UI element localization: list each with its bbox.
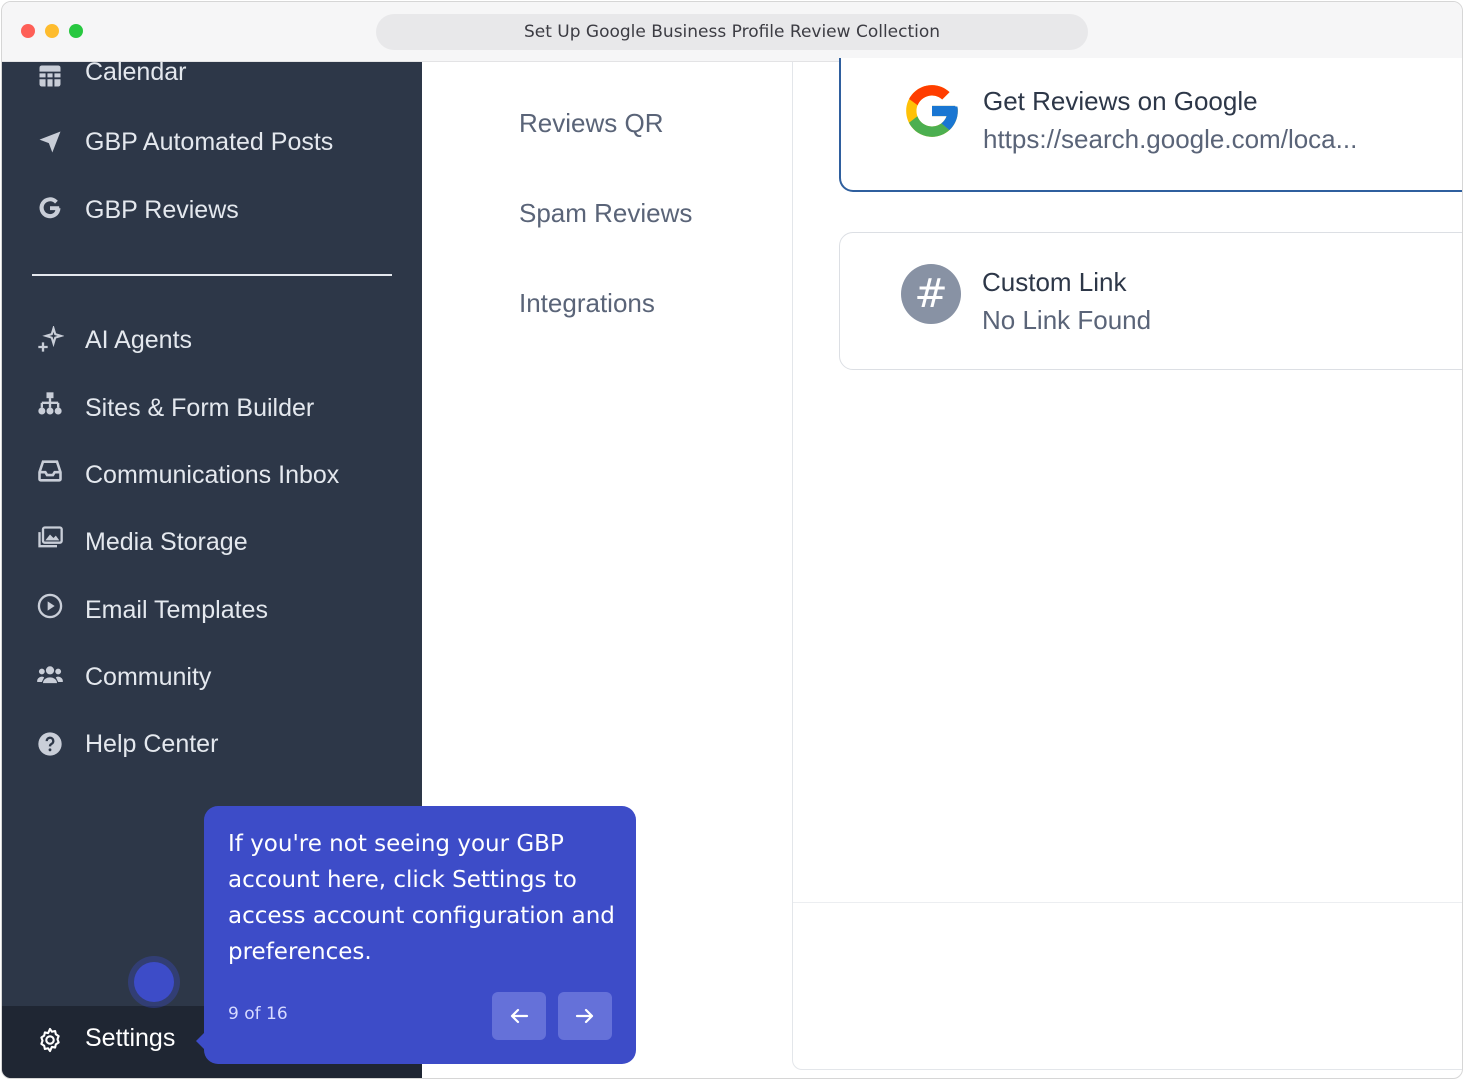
sidebar-item-gbp-reviews[interactable]: GBP Reviews [2, 186, 422, 238]
subnav-item-reviews-qr[interactable]: Reviews QR [519, 108, 663, 139]
tour-hotspot[interactable] [134, 962, 174, 1002]
sidebar-item-label: Communications Inbox [85, 461, 340, 489]
sidebar-item-label: AI Agents [85, 326, 193, 354]
settings-label: Settings [85, 1024, 176, 1052]
play-circle-icon [32, 588, 68, 624]
sidebar-item-label: Help Center [85, 730, 219, 758]
close-window-button[interactable] [21, 24, 35, 38]
calendar-icon [32, 58, 68, 94]
sidebar-item-label: Sites & Form Builder [85, 394, 315, 422]
sidebar-item-communications-inbox[interactable]: Communications Inbox [2, 451, 422, 503]
google-logo-icon [901, 80, 963, 142]
tour-tooltip: If you're not seeing your GBP account he… [196, 806, 636, 1064]
hash-icon: # [900, 263, 962, 325]
custom-card-status: No Link Found [982, 305, 1152, 335]
sidebar-item-label: GBP Reviews [85, 196, 239, 224]
sidebar-item-gbp-automated-posts[interactable]: GBP Automated Posts [2, 118, 422, 170]
sidebar-item-label: GBP Automated Posts [85, 128, 334, 156]
tooltip-next-button[interactable] [558, 992, 612, 1040]
users-icon [32, 657, 68, 693]
sidebar-item-community[interactable]: Community [2, 653, 422, 705]
subnav-item-integrations[interactable]: Integrations [519, 288, 655, 319]
send-arrow-icon [32, 124, 68, 160]
subnav-item-spam-reviews[interactable]: Spam Reviews [519, 198, 692, 229]
google-card-url: https://search.google.com/loca... [983, 124, 1358, 154]
sidebar-item-media-storage[interactable]: Media Storage [2, 518, 422, 570]
minimize-window-button[interactable] [45, 24, 59, 38]
custom-link-card[interactable]: # Custom Link No Link Found [839, 232, 1462, 370]
window-title: Set Up Google Business Profile Review Co… [376, 14, 1088, 50]
sidebar-divider [32, 274, 392, 276]
arrow-left-icon [510, 1008, 529, 1024]
sidebar-item-label: Media Storage [85, 528, 248, 556]
tooltip-previous-button[interactable] [492, 992, 546, 1040]
sidebar-item-calendar[interactable]: Calendar [2, 50, 422, 102]
google-reviews-card[interactable]: Get Reviews on Google https://search.goo… [839, 58, 1462, 192]
tooltip-message: If you're not seeing your GBP account he… [228, 831, 615, 965]
sidebar-item-label: Calendar [85, 58, 187, 86]
sidebar-item-ai-agents[interactable]: AI Agents [2, 316, 422, 368]
gear-icon [32, 1022, 68, 1058]
arrow-right-icon [575, 1008, 594, 1024]
browser-window: Set Up Google Business Profile Review Co… [1, 1, 1463, 1079]
sidebar-item-label: Email Templates [85, 596, 268, 624]
sparkles-icon [32, 322, 68, 358]
sitemap-icon [32, 386, 68, 422]
sidebar-item-help-center[interactable]: Help Center [2, 720, 422, 772]
inbox-icon [32, 453, 68, 489]
sidebar-item-label: Community [85, 663, 212, 691]
question-circle-icon [32, 726, 68, 762]
google-card-title: Get Reviews on Google [983, 86, 1258, 116]
google-g-icon [32, 190, 68, 226]
panel-divider [793, 902, 1462, 903]
images-icon [32, 520, 68, 556]
sidebar-item-sites-form-builder[interactable]: Sites & Form Builder [2, 384, 422, 436]
custom-card-title: Custom Link [982, 267, 1127, 297]
tooltip-step-counter: 9 of 16 [228, 1004, 288, 1024]
sidebar-item-email-templates[interactable]: Email Templates [2, 586, 422, 638]
review-links-panel: Get Reviews on Google https://search.goo… [792, 58, 1462, 1070]
maximize-window-button[interactable] [69, 24, 83, 38]
